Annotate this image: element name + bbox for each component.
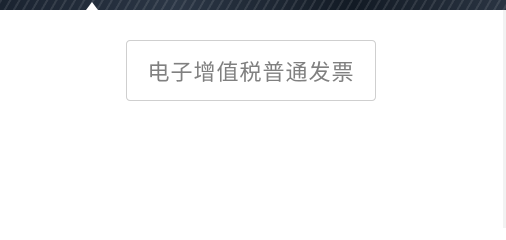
popover-pointer bbox=[86, 2, 98, 10]
top-banner-image bbox=[0, 0, 506, 10]
invoice-type-option-button[interactable]: 电子增值税普通发票 bbox=[126, 40, 376, 101]
invoice-type-label: 电子增值税普通发票 bbox=[147, 60, 355, 86]
